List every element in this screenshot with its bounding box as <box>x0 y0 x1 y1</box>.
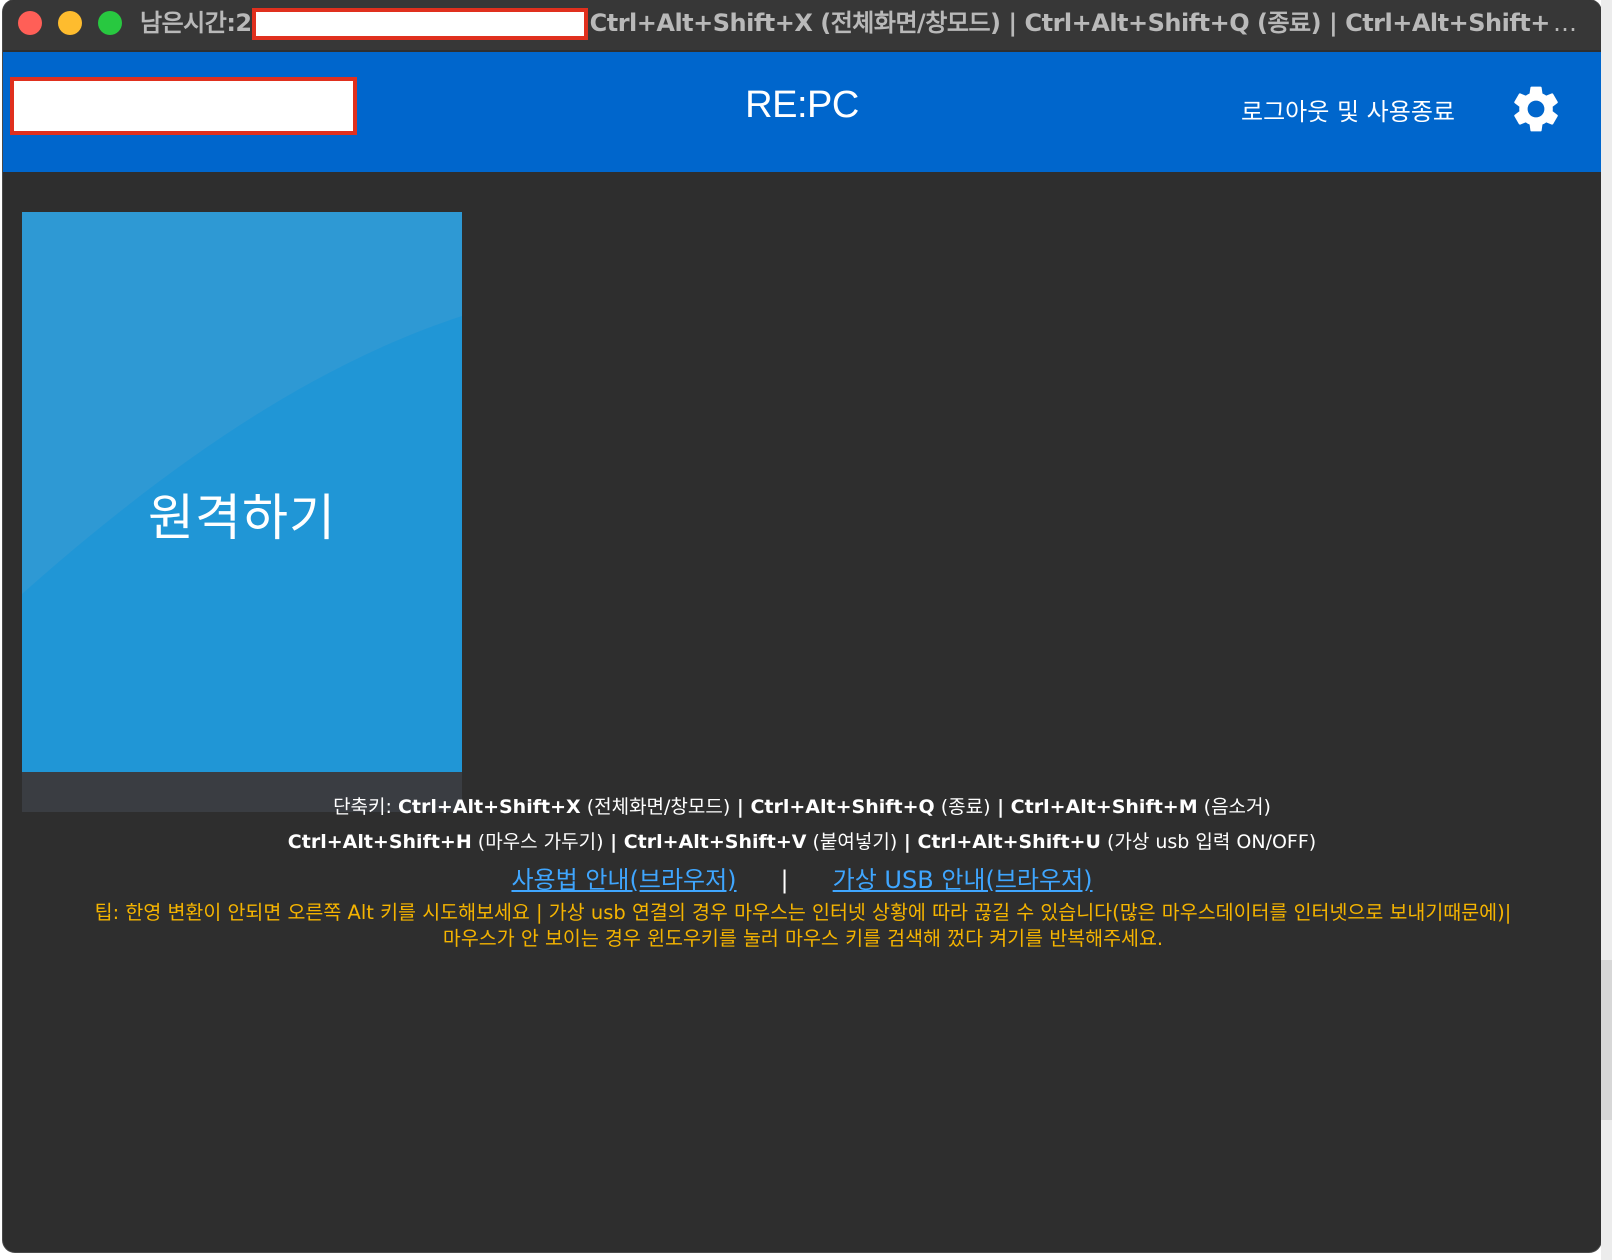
tip-text-line2: 마우스가 안 보이는 경우 윈도우키를 눌러 마우스 키를 검색해 껐다 켜기를… <box>442 927 1164 950</box>
shortcut-hints-line1: 단축키: Ctrl+Alt+Shift+X (전체화면/창모드) | Ctrl+… <box>333 796 1271 818</box>
app-window: 남은시간:2 Ctrl+Alt+Shift+X (전체화면/창모드) | Ctrl… <box>3 0 1601 1252</box>
window-title: 남은시간:2 Ctrl+Alt+Shift+X (전체화면/창모드) | Ctrl… <box>140 6 1580 40</box>
close-window-button[interactable] <box>18 11 42 35</box>
logout-button[interactable]: 로그아웃 및 사용종료 <box>1241 92 1455 127</box>
edge-segment <box>1601 960 1612 1120</box>
usb-guide-link[interactable]: 가상 USB 안내(브라우저) <box>833 866 1093 894</box>
background-window-edge <box>1601 0 1612 1260</box>
titlebar[interactable]: 남은시간:2 Ctrl+Alt+Shift+X (전체화면/창모드) | Ctrl… <box>3 0 1601 50</box>
redacted-remaining-time <box>251 8 588 40</box>
tip-text-line1: 팁: 한영 변환이 안되면 오른쪽 Alt 키를 시도해보세요 | 가상 usb… <box>94 901 1512 924</box>
guide-links: 사용법 안내(브라우저) | 가상 USB 안내(브라우저) <box>3 860 1601 895</box>
shortcut-hints-line2: Ctrl+Alt+Shift+H (마우스 가두기) | Ctrl+Alt+Sh… <box>287 831 1317 853</box>
link-separator: | <box>780 866 789 894</box>
app-header: RE:PC 로그아웃 및 사용종료 <box>3 52 1601 172</box>
title-ellipsis: … <box>1549 6 1577 40</box>
title-shortcuts-text: Ctrl+Alt+Shift+X (전체화면/창모드) | Ctrl+Alt+S… <box>589 9 1580 37</box>
gear-icon[interactable] <box>1508 81 1564 137</box>
remote-connect-tile[interactable]: 원격하기 <box>22 212 462 772</box>
remaining-time-label: 남은시간:2 <box>140 9 252 37</box>
remote-connect-label: 원격하기 <box>148 489 336 547</box>
redacted-user-info <box>10 77 357 135</box>
minimize-window-button[interactable] <box>58 11 82 35</box>
usage-guide-link[interactable]: 사용법 안내(브라우저) <box>511 866 736 894</box>
zoom-window-button[interactable] <box>98 11 122 35</box>
